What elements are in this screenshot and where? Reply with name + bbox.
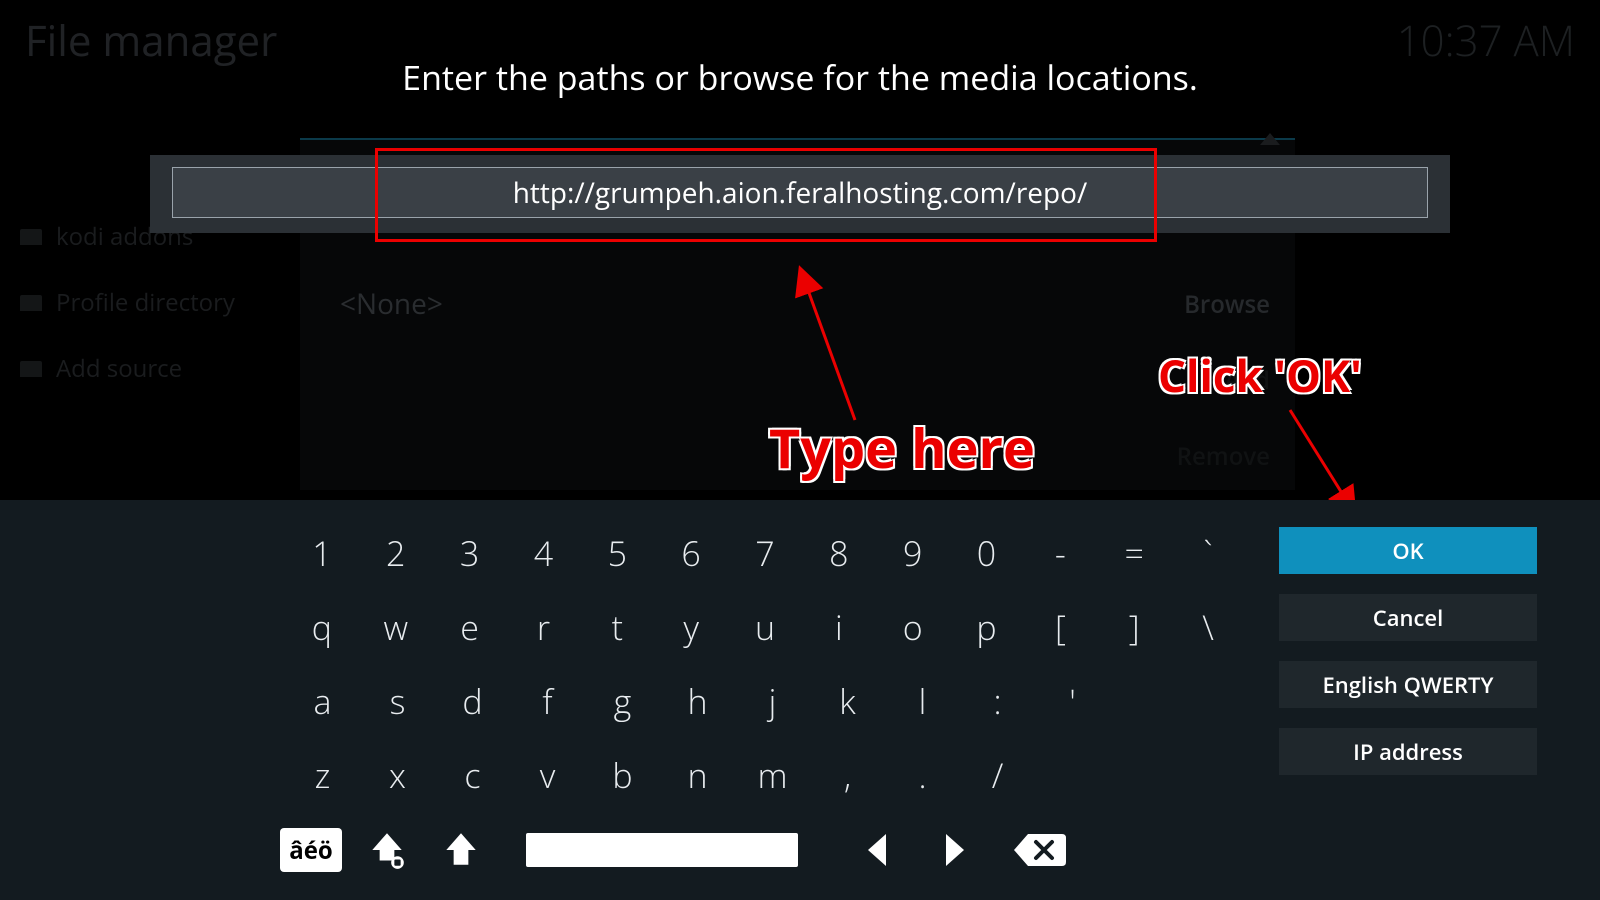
keyboard-keys: 1234567890-=` qwertyuiop[]\ asdfghjkl:' … [285,516,1245,812]
key-.[interactable]: . [885,752,960,798]
sidebar-item-label: Profile directory [56,286,235,319]
key-/[interactable]: / [960,752,1035,798]
clock: 10:37 AM [1397,12,1575,69]
key-p[interactable]: p [950,604,1024,650]
key-arrow-left[interactable] [862,830,892,870]
page-title: File manager [25,12,277,69]
keyboard-bottom-row: âéö [280,828,1066,872]
key-h[interactable]: h [660,678,735,724]
key-=[interactable]: = [1097,530,1171,576]
key-j[interactable]: j [735,678,810,724]
key-7[interactable]: 7 [728,530,802,576]
key-c[interactable]: c [435,752,510,798]
sidebar-item-label: Add source [56,352,182,385]
key-`[interactable]: ` [1171,530,1245,576]
key-space[interactable] [526,833,798,867]
keyboard-action-buttons: OK Cancel English QWERTY IP address [1279,527,1537,775]
key-a[interactable]: a [285,678,360,724]
key-b[interactable]: b [585,752,660,798]
key-][interactable]: ] [1097,604,1171,650]
key-'[interactable]: ' [1035,678,1110,724]
folder-icon [20,295,42,311]
key-o[interactable]: o [876,604,950,650]
cancel-button[interactable]: Cancel [1279,594,1537,641]
key-1[interactable]: 1 [285,530,359,576]
annotation-highlight-box [375,148,1157,242]
remove-button-dim: Remove [1177,440,1270,473]
folder-icon [20,361,42,377]
keyboard-layout-button[interactable]: English QWERTY [1279,661,1537,708]
path-none-label: <None> [340,285,443,323]
key-6[interactable]: 6 [654,530,728,576]
key-caps-lock[interactable] [366,829,408,871]
key-backspace[interactable] [1014,830,1066,870]
ip-address-button[interactable]: IP address [1279,728,1537,775]
key-arrow-right[interactable] [940,830,970,870]
annotation-click-ok: Click 'OK' [1158,345,1362,405]
sidebar-item: Profile directory [20,286,235,319]
key-w[interactable]: w [359,604,433,650]
key-n[interactable]: n [660,752,735,798]
key-e[interactable]: e [433,604,507,650]
key-\[interactable]: \ [1171,604,1245,650]
key-f[interactable]: f [510,678,585,724]
key-v[interactable]: v [510,752,585,798]
key--[interactable]: - [1023,530,1097,576]
key-3[interactable]: 3 [433,530,507,576]
key-k[interactable]: k [810,678,885,724]
key-t[interactable]: t [580,604,654,650]
key-m[interactable]: m [735,752,810,798]
key-9[interactable]: 9 [876,530,950,576]
key-g[interactable]: g [585,678,660,724]
key-,[interactable]: , [810,752,885,798]
key-q[interactable]: q [285,604,359,650]
key-[[interactable]: [ [1023,604,1097,650]
sidebar-item: Add source [20,352,182,385]
annotation-type-here: Type here [769,410,1035,484]
chevron-up-icon [1260,133,1280,145]
key-0[interactable]: 0 [950,530,1024,576]
key-shift[interactable] [440,829,482,871]
key-8[interactable]: 8 [802,530,876,576]
key-z[interactable]: z [285,752,360,798]
ok-button[interactable]: OK [1279,527,1537,574]
key-s[interactable]: s [360,678,435,724]
key-y[interactable]: y [654,604,728,650]
key-l[interactable]: l [885,678,960,724]
folder-icon [20,229,42,245]
browse-button-dim: Browse [1184,288,1270,321]
key-u[interactable]: u [728,604,802,650]
key-4[interactable]: 4 [507,530,581,576]
key-:[interactable]: : [960,678,1035,724]
key-2[interactable]: 2 [359,530,433,576]
key-r[interactable]: r [507,604,581,650]
key-i[interactable]: i [802,604,876,650]
key-d[interactable]: d [435,678,510,724]
dialog-heading: Enter the paths or browse for the media … [402,54,1198,100]
key-x[interactable]: x [360,752,435,798]
key-5[interactable]: 5 [580,530,654,576]
key-symbols[interactable]: âéö [280,828,342,872]
